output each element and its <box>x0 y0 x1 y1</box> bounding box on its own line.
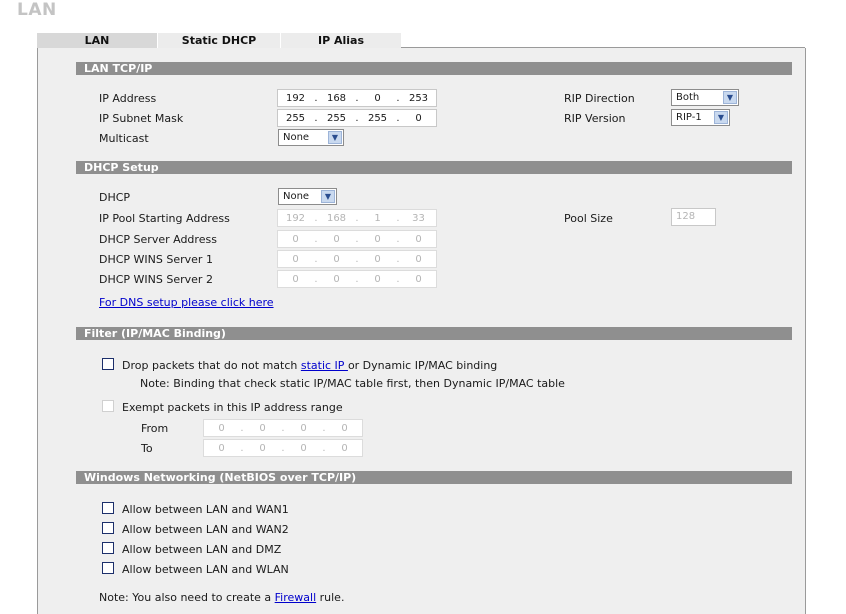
dhcp-label: DHCP <box>99 191 131 204</box>
from-label: From <box>141 422 169 435</box>
ip-octet[interactable]: 0 <box>286 443 321 454</box>
drop-packets-checkbox[interactable] <box>102 358 114 370</box>
rip-version-value: RIP-1 <box>676 112 702 123</box>
binding-note: Note: Binding that check static IP/MAC t… <box>140 377 565 390</box>
firewall-note-pre: Note: You also need to create a <box>99 591 275 604</box>
drop-text-pre: Drop packets that do not match <box>122 359 301 372</box>
allow-lan-wan2-checkbox[interactable] <box>102 522 114 534</box>
wins2-input[interactable]: 0. 0. 0. 0 <box>277 270 437 288</box>
firewall-note-post: rule. <box>316 591 345 604</box>
ip-octet[interactable]: 0 <box>360 274 395 285</box>
ip-octet[interactable]: 192 <box>278 213 313 224</box>
subnet-mask-label: IP Subnet Mask <box>99 112 184 125</box>
to-label: To <box>141 442 153 455</box>
ip-address-input[interactable]: 192. 168. 0. 253 <box>277 89 437 107</box>
ip-octet[interactable]: 0 <box>278 234 313 245</box>
wins1-label: DHCP WINS Server 1 <box>99 253 213 266</box>
ip-octet[interactable]: 0 <box>245 443 280 454</box>
allow-lan-dmz-checkbox[interactable] <box>102 542 114 554</box>
multicast-label: Multicast <box>99 132 149 145</box>
dhcp-value: None <box>283 191 310 202</box>
ip-octet[interactable]: 168 <box>319 93 354 104</box>
ip-octet[interactable]: 192 <box>278 93 313 104</box>
chevron-down-icon[interactable]: ▼ <box>321 190 335 203</box>
allow-lan-dmz-label: Allow between LAN and DMZ <box>122 543 282 556</box>
drop-text-post: or Dynamic IP/MAC binding <box>347 359 498 372</box>
ip-octet[interactable]: 168 <box>319 213 354 224</box>
pool-size-label: Pool Size <box>564 212 613 225</box>
section-header-lan-tcpip: LAN TCP/IP <box>76 62 792 75</box>
allow-lan-wan1-checkbox[interactable] <box>102 502 114 514</box>
ip-octet[interactable]: 0 <box>319 254 354 265</box>
rip-direction-select[interactable]: Both ▼ <box>671 89 739 106</box>
ip-octet[interactable]: 0 <box>204 443 239 454</box>
ip-octet[interactable]: 0 <box>319 274 354 285</box>
ip-octet[interactable]: 0 <box>327 423 362 434</box>
ip-address-label: IP Address <box>99 92 157 105</box>
ip-octet[interactable]: 0 <box>278 274 313 285</box>
tab-static-dhcp[interactable]: Static DHCP <box>158 33 280 48</box>
dhcp-server-input[interactable]: 0. 0. 0. 0 <box>277 230 437 248</box>
allow-lan-wlan-checkbox[interactable] <box>102 562 114 574</box>
ip-octet[interactable]: 0 <box>286 423 321 434</box>
wins2-label: DHCP WINS Server 2 <box>99 273 213 286</box>
ip-octet[interactable]: 1 <box>360 213 395 224</box>
ip-octet[interactable]: 0 <box>327 443 362 454</box>
ip-octet[interactable]: 255 <box>319 113 354 124</box>
pool-start-label: IP Pool Starting Address <box>99 212 230 225</box>
ip-octet[interactable]: 0 <box>204 423 239 434</box>
rip-direction-value: Both <box>676 92 700 103</box>
allow-lan-wan2-label: Allow between LAN and WAN2 <box>122 523 289 536</box>
multicast-value: None <box>283 132 310 143</box>
ip-octet[interactable]: 255 <box>278 113 313 124</box>
pool-start-input[interactable]: 192. 168. 1. 33 <box>277 209 437 227</box>
allow-lan-wan1-label: Allow between LAN and WAN1 <box>122 503 289 516</box>
rip-version-select[interactable]: RIP-1 ▼ <box>671 109 730 126</box>
ip-octet[interactable]: 0 <box>245 423 280 434</box>
drop-packets-label: Drop packets that do not match static IP… <box>122 359 497 372</box>
firewall-link[interactable]: Firewall <box>275 591 316 604</box>
chevron-down-icon[interactable]: ▼ <box>723 91 737 104</box>
exempt-packets-checkbox[interactable] <box>102 400 114 412</box>
wins1-input[interactable]: 0. 0. 0. 0 <box>277 250 437 268</box>
chevron-down-icon[interactable]: ▼ <box>328 131 342 144</box>
ip-octet[interactable]: 0 <box>319 234 354 245</box>
page-title: LAN <box>17 0 57 20</box>
subnet-mask-input[interactable]: 255. 255. 255. 0 <box>277 109 437 127</box>
firewall-note: Note: You also need to create a Firewall… <box>99 591 344 604</box>
pool-size-input[interactable]: 128 <box>671 208 716 226</box>
ip-octet[interactable]: 33 <box>401 213 436 224</box>
to-ip-input[interactable]: 0. 0. 0. 0 <box>203 439 363 457</box>
ip-octet[interactable]: 0 <box>401 234 436 245</box>
ip-octet[interactable]: 253 <box>401 93 436 104</box>
dns-setup-link[interactable]: For DNS setup please click here <box>99 296 274 309</box>
exempt-packets-label: Exempt packets in this IP address range <box>122 401 343 414</box>
ip-octet[interactable]: 255 <box>360 113 395 124</box>
section-header-dhcp: DHCP Setup <box>76 161 792 174</box>
ip-octet[interactable]: 0 <box>278 254 313 265</box>
rip-direction-label: RIP Direction <box>564 92 635 105</box>
dhcp-server-label: DHCP Server Address <box>99 233 217 246</box>
dhcp-select[interactable]: None ▼ <box>278 188 337 205</box>
tab-lan[interactable]: LAN <box>37 33 157 48</box>
multicast-select[interactable]: None ▼ <box>278 129 344 146</box>
ip-octet[interactable]: 0 <box>360 234 395 245</box>
ip-octet[interactable]: 0 <box>401 254 436 265</box>
ip-octet[interactable]: 0 <box>360 93 395 104</box>
ip-octet[interactable]: 0 <box>360 254 395 265</box>
rip-version-label: RIP Version <box>564 112 626 125</box>
chevron-down-icon[interactable]: ▼ <box>714 111 728 124</box>
section-header-netbios: Windows Networking (NetBIOS over TCP/IP) <box>76 471 792 484</box>
allow-lan-wlan-label: Allow between LAN and WLAN <box>122 563 289 576</box>
ip-octet[interactable]: 0 <box>401 113 436 124</box>
static-ip-link[interactable]: static IP <box>301 359 348 372</box>
ip-octet[interactable]: 0 <box>401 274 436 285</box>
tab-ip-alias[interactable]: IP Alias <box>281 33 401 48</box>
section-header-filter: Filter (IP/MAC Binding) <box>76 327 792 340</box>
from-ip-input[interactable]: 0. 0. 0. 0 <box>203 419 363 437</box>
